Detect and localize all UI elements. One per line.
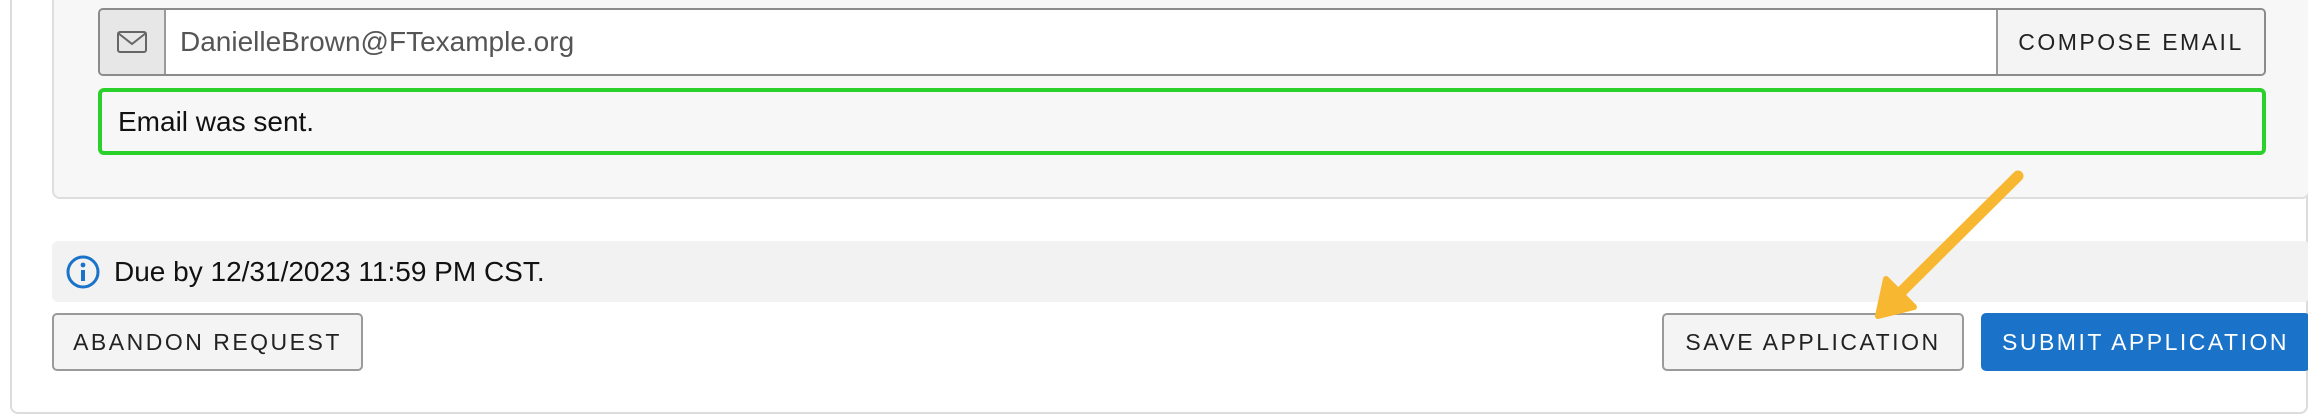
email-input-group: DanielleBrown@FTexample.org COMPOSE EMAI… bbox=[98, 8, 2266, 76]
due-date-text: Due by 12/31/2023 11:59 PM CST. bbox=[114, 255, 545, 287]
due-date-notice: Due by 12/31/2023 11:59 PM CST. bbox=[52, 241, 2308, 302]
abandon-request-button[interactable]: ABANDON REQUEST bbox=[52, 313, 363, 371]
info-circle-icon bbox=[66, 255, 100, 288]
compose-email-button[interactable]: COMPOSE EMAIL bbox=[1996, 10, 2264, 74]
email-field[interactable]: DanielleBrown@FTexample.org bbox=[166, 10, 1996, 74]
save-application-button[interactable]: SAVE APPLICATION bbox=[1662, 313, 1964, 371]
envelope-icon bbox=[100, 10, 166, 74]
success-message: Email was sent. bbox=[98, 88, 2266, 155]
submit-application-button[interactable]: SUBMIT APPLICATION bbox=[1981, 313, 2308, 371]
